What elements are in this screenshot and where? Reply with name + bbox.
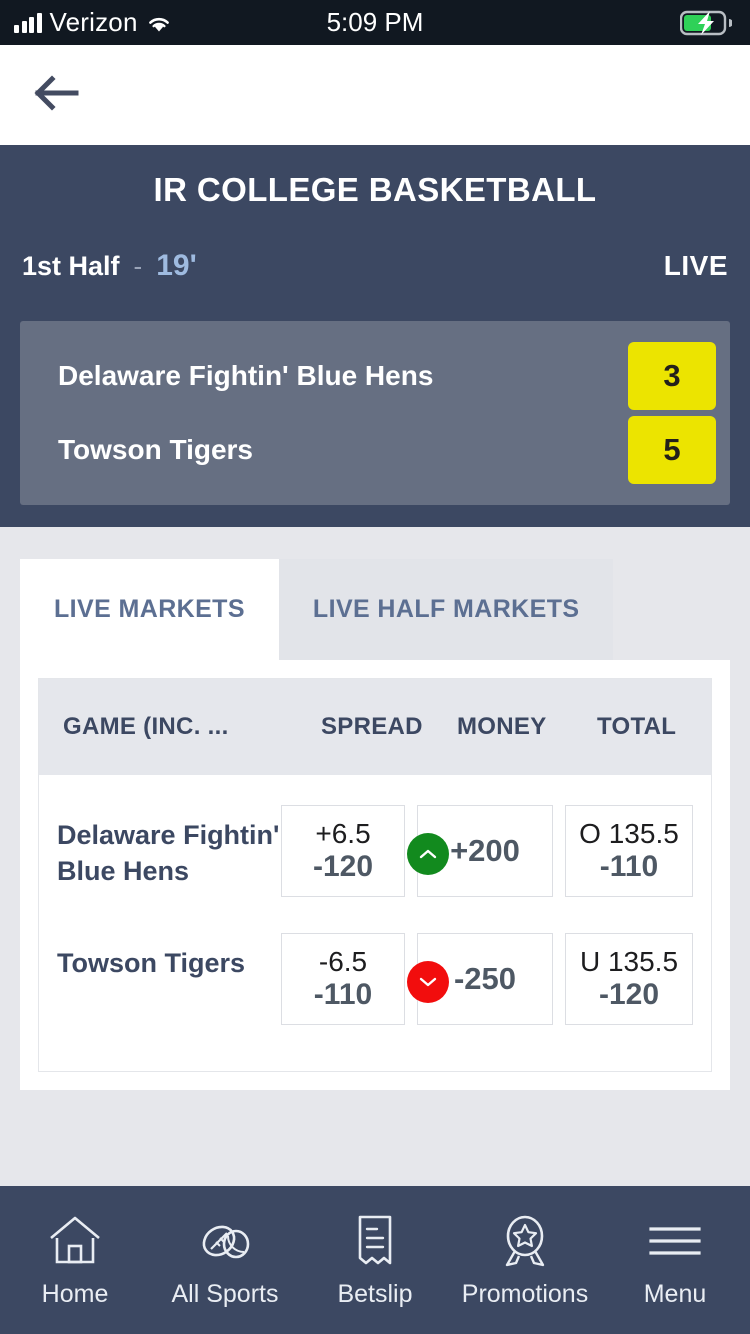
live-badge: LIVE [663, 250, 728, 281]
receipt-icon [351, 1212, 399, 1270]
total-price: -110 [599, 849, 659, 883]
nav-item-promotions[interactable]: Promotions [450, 1212, 600, 1309]
table-row: Delaware Fightin' Blue Hens +6.5 -120 +2… [57, 791, 693, 919]
scoreboard-row: Delaware Fightin' Blue Hens 3 [58, 339, 716, 413]
market-tabs: LIVE MARKETS LIVE HALF MARKETS [20, 559, 730, 660]
spread-price: -110 [313, 977, 373, 1011]
hamburger-menu-icon [647, 1212, 703, 1270]
tab-live-markets[interactable]: LIVE MARKETS [20, 559, 279, 660]
period-label: 1st Half [22, 250, 120, 281]
nav-label: Menu [643, 1279, 707, 1308]
spread-line: +6.5 [315, 817, 371, 849]
moneyline-price: -250 [453, 961, 517, 997]
nav-item-home[interactable]: Home [0, 1212, 150, 1309]
column-header-spread: SPREAD [321, 713, 423, 740]
bottom-navigation: Home All Sports Betslip Promotions Menu [0, 1186, 750, 1334]
status-bar-left: Verizon [14, 7, 172, 38]
event-meta: 1st Half - 19' LIVE [0, 209, 750, 283]
nav-item-menu[interactable]: Menu [600, 1212, 750, 1309]
back-button[interactable] [32, 72, 92, 118]
award-ribbon-icon [496, 1212, 554, 1270]
event-header: IR COLLEGE BASKETBALL 1st Half - 19' LIV… [0, 145, 750, 527]
back-arrow-icon [32, 74, 80, 117]
nav-item-betslip[interactable]: Betslip [300, 1212, 450, 1309]
carrier-label: Verizon [49, 7, 138, 37]
row-odds-group: -6.5 -110 -250 U 135.5 -120 [281, 919, 693, 1025]
scoreboard-team-score: 3 [628, 342, 716, 410]
cellular-bars-icon [14, 12, 42, 33]
battery-charging-icon [680, 10, 732, 36]
tab-live-half-markets[interactable]: LIVE HALF MARKETS [278, 559, 614, 660]
spread-line: -6.5 [318, 945, 368, 977]
scoreboard: Delaware Fightin' Blue Hens 3 Towson Tig… [20, 321, 730, 505]
table-row: Towson Tigers -6.5 -110 -250 U 135.5 -12… [57, 919, 693, 1047]
scoreboard-row: Towson Tigers 5 [58, 413, 716, 487]
spread-odds-button[interactable]: -6.5 -110 [281, 933, 405, 1025]
row-team-name: Delaware Fightin' Blue Hens [57, 820, 280, 887]
total-price: -120 [598, 977, 660, 1011]
home-icon [46, 1212, 104, 1270]
market-table: GAME (INC. ... SPREAD MONEY TOTAL Delawa… [38, 678, 712, 1072]
status-bar-clock: 5:09 PM [326, 7, 424, 37]
spread-odds-button[interactable]: +6.5 -120 [281, 805, 405, 897]
nav-label: All Sports [171, 1279, 279, 1308]
total-line: O 135.5 [579, 817, 679, 849]
nav-item-all-sports[interactable]: All Sports [150, 1212, 300, 1309]
row-odds-group: +6.5 -120 +200 O 135.5 -110 [281, 791, 693, 897]
total-odds-button[interactable]: U 135.5 -120 [565, 933, 693, 1025]
main-content: LIVE MARKETS LIVE HALF MARKETS GAME (INC… [0, 527, 750, 1090]
total-odds-button[interactable]: O 135.5 -110 [565, 805, 693, 897]
game-clock: 19' [156, 249, 197, 282]
sports-balls-icon [194, 1212, 256, 1270]
meta-separator: - [133, 250, 143, 281]
column-header-total: TOTAL [597, 713, 677, 740]
total-line: U 135.5 [579, 945, 679, 977]
market-card: GAME (INC. ... SPREAD MONEY TOTAL Delawa… [20, 660, 730, 1090]
scoreboard-team-name: Delaware Fightin' Blue Hens [58, 360, 434, 391]
column-header-money: MONEY [457, 713, 547, 740]
scoreboard-team-score: 5 [628, 416, 716, 484]
nav-label: Promotions [461, 1279, 589, 1308]
chevron-up-icon [407, 833, 449, 875]
column-header-game: GAME (INC. ... [63, 713, 229, 740]
moneyline-price: +200 [450, 833, 520, 869]
spread-price: -120 [312, 849, 374, 883]
table-header-row: GAME (INC. ... SPREAD MONEY TOTAL [39, 679, 711, 775]
nav-label: Betslip [337, 1279, 413, 1308]
nav-label: Home [41, 1279, 109, 1308]
row-team-name: Towson Tigers [57, 948, 246, 978]
top-bar [0, 45, 750, 145]
chevron-down-icon [407, 961, 449, 1003]
status-bar: Verizon 5:09 PM [0, 0, 750, 45]
event-title: IR COLLEGE BASKETBALL [153, 171, 597, 208]
table-body: Delaware Fightin' Blue Hens +6.5 -120 +2… [39, 775, 711, 1071]
wifi-icon [146, 13, 172, 33]
scoreboard-team-name: Towson Tigers [58, 434, 253, 465]
